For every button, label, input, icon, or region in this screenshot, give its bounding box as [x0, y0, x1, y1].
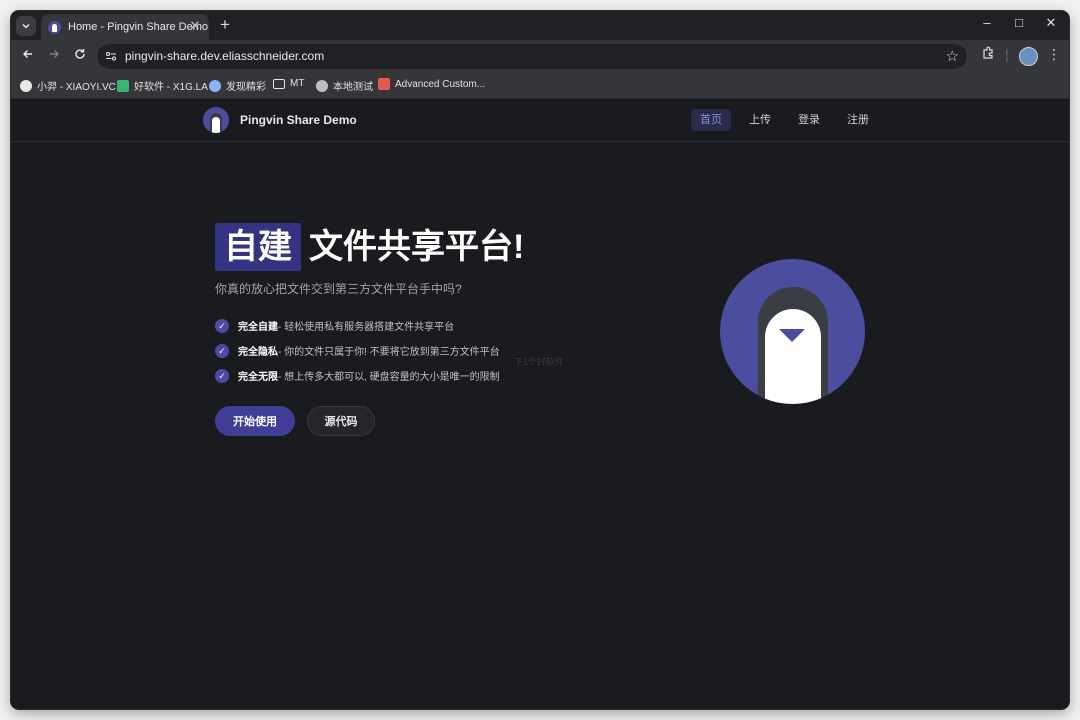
web-page: Pingvin Share Demo 首页 上传 登录 注册 自建 文件共享平台…	[11, 99, 1069, 709]
nav-home[interactable]: 首页	[691, 109, 731, 131]
feature-item: ✓ 完全自建 - 轻松使用私有服务器搭建文件共享平台	[215, 318, 454, 333]
tab-strip: Home - Pingvin Share Demo ✕ + – □ ✕	[11, 11, 1069, 40]
chevron-down-icon	[22, 23, 30, 29]
bookmark-label: MT	[290, 78, 305, 89]
hero-title-highlight: 自建	[215, 223, 301, 271]
folder-icon	[273, 78, 285, 89]
bookmark-label: Advanced Custom...	[395, 78, 486, 90]
feature-title: 完全自建	[238, 322, 278, 333]
feature-description: - 你的文件只属于你! 不要将它放到第三方文件平台	[278, 347, 500, 358]
check-icon: ✓	[215, 343, 229, 358]
close-window-button[interactable]: ✕	[1041, 15, 1061, 31]
hero-title: 自建 文件共享平台!	[215, 223, 524, 271]
browser-window: Home - Pingvin Share Demo ✕ + – □ ✕ ping…	[11, 11, 1069, 709]
hero-subtitle: 你真的放心把文件交到第三方文件平台手中吗?	[215, 282, 462, 296]
check-icon: ✓	[215, 318, 229, 333]
feature-description: - 轻松使用私有服务器搭建文件共享平台	[278, 322, 455, 333]
address-bar[interactable]: pingvin-share.dev.eliasschneider.com ☆	[97, 44, 967, 69]
bookmark-label: 发现精彩	[226, 82, 266, 93]
maximize-button[interactable]: □	[1009, 15, 1029, 30]
minimize-button[interactable]: –	[977, 15, 997, 30]
feature-item: ✓ 完全隐私 - 你的文件只属于你! 不要将它放到第三方文件平台	[215, 343, 500, 358]
bookmark-item[interactable]: 发现精彩	[209, 78, 266, 93]
feature-title: 完全无限	[238, 372, 278, 383]
new-tab-button[interactable]: +	[215, 15, 235, 35]
pingvin-favicon-icon	[48, 20, 61, 34]
globe-icon	[316, 79, 328, 92]
extensions-icon[interactable]	[981, 46, 995, 63]
bookmark-label: 本地测试	[333, 82, 373, 93]
url-text: pingvin-share.dev.eliasschneider.com	[125, 49, 325, 63]
source-code-button[interactable]: 源代码	[307, 406, 375, 436]
tab-search-button[interactable]	[16, 16, 36, 36]
pingvin-hero-logo-icon	[720, 259, 865, 404]
bookmark-label: 小羿 - XIAOYI.VC	[37, 82, 116, 93]
forward-icon[interactable]	[45, 47, 63, 63]
site-info-icon[interactable]	[105, 50, 117, 62]
bookmarks-bar: 小羿 - XIAOYI.VC 好软件 - X1G.LA 发现精彩 MT 本地测试…	[11, 73, 1069, 99]
browser-tab[interactable]: Home - Pingvin Share Demo ✕	[41, 14, 209, 40]
feature-title: 完全隐私	[238, 347, 278, 358]
acf-icon	[378, 78, 390, 90]
feature-description: - 想上传多大都可以, 硬盘容量的大小是唯一的限制	[278, 372, 500, 383]
bookmark-item[interactable]: 本地测试	[316, 78, 373, 93]
toolbar-divider: |	[1005, 46, 1009, 62]
pingvin-logo-icon[interactable]	[203, 107, 229, 133]
bookmark-item[interactable]: Advanced Custom...	[378, 78, 485, 90]
site-header: Pingvin Share Demo 首页 上传 登录 注册	[11, 99, 1069, 142]
profile-avatar-icon[interactable]	[1019, 47, 1038, 66]
back-icon[interactable]	[19, 47, 37, 63]
bookmark-item[interactable]: 好软件 - X1G.LA	[117, 78, 208, 93]
bookmark-label: 好软件 - X1G.LA	[134, 82, 208, 93]
nav-register[interactable]: 注册	[838, 109, 878, 131]
person-icon	[20, 79, 32, 92]
watermark-text: 下1个好软件	[514, 357, 565, 367]
hero-title-text: 文件共享平台!	[309, 228, 525, 266]
get-started-button[interactable]: 开始使用	[215, 406, 295, 436]
tab-close-icon[interactable]: ✕	[187, 18, 203, 34]
reload-icon[interactable]	[71, 47, 89, 63]
menu-dots-icon[interactable]: ⋮	[1047, 46, 1061, 63]
wordpress-icon	[209, 79, 221, 92]
bookmark-item[interactable]: MT	[273, 78, 304, 89]
bookmark-star-icon[interactable]: ☆	[946, 47, 959, 65]
check-icon: ✓	[215, 368, 229, 383]
site-title[interactable]: Pingvin Share Demo	[240, 113, 357, 127]
nav-login[interactable]: 登录	[789, 109, 829, 131]
feature-item: ✓ 完全无限 - 想上传多大都可以, 硬盘容量的大小是唯一的限制	[215, 368, 500, 383]
nav-upload[interactable]: 上传	[740, 109, 780, 131]
bookmark-item[interactable]: 小羿 - XIAOYI.VC	[20, 78, 116, 93]
app-icon	[117, 79, 129, 92]
browser-toolbar: pingvin-share.dev.eliasschneider.com ☆ |…	[11, 40, 1069, 73]
